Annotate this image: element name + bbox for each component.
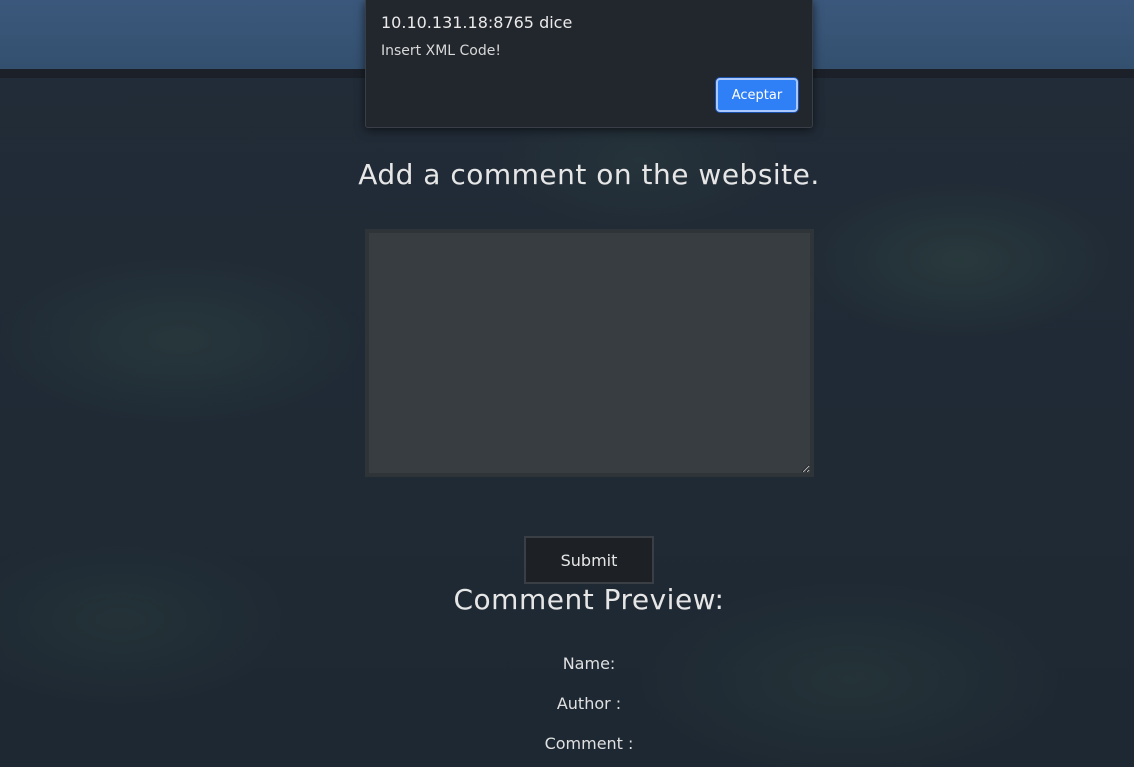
dialog-message: Insert XML Code! [381,43,501,59]
xml-comment-textarea[interactable] [365,229,814,477]
dialog-ok-button[interactable]: Aceptar [716,78,798,112]
page-heading: Add a comment on the website. [358,158,820,191]
preview-author-label: Author : [556,694,622,713]
preview-name-label: Name: [562,654,616,673]
comment-preview-title: Comment Preview: [453,583,725,616]
alert-dialog: 10.10.131.18:8765 dice Insert XML Code! … [365,0,813,128]
dialog-origin-text: 10.10.131.18:8765 dice [381,13,573,32]
preview-comment-label: Comment : [544,734,634,753]
submit-button[interactable]: Submit [524,536,654,584]
